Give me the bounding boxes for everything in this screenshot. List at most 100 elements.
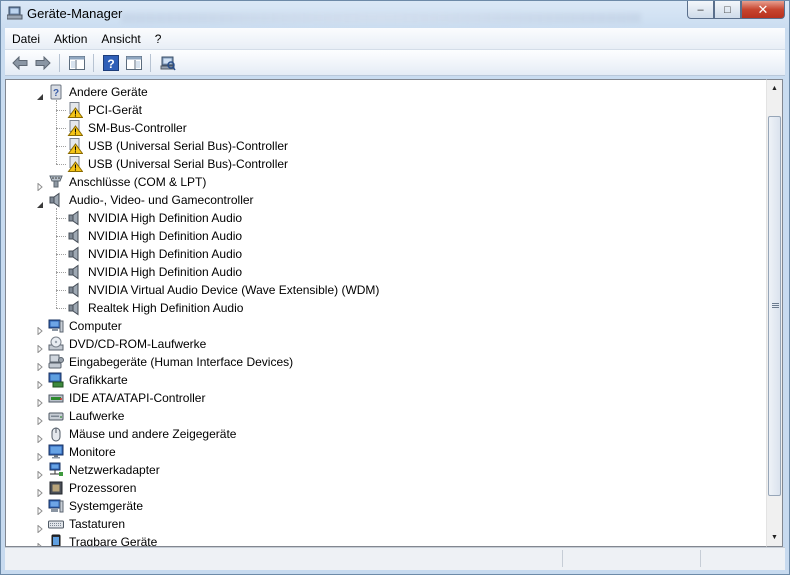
tree-device[interactable]: ! USB (Universal Serial Bus)-Controller	[6, 155, 763, 173]
scroll-up-button[interactable]: ▲	[767, 80, 782, 97]
menu-aktion[interactable]: Aktion	[47, 29, 94, 49]
tree-category[interactable]: Laufwerke	[6, 407, 763, 426]
tree-connector	[56, 164, 66, 166]
speaker-icon	[48, 192, 64, 208]
tree-category[interactable]: Prozessoren	[6, 479, 763, 498]
thumb-grip	[772, 307, 779, 308]
tree-category[interactable]: Mäuse und andere Zeigegeräte	[6, 425, 763, 444]
tree-category[interactable]: Netzwerkadapter	[6, 461, 763, 480]
collapsed-arrow-icon[interactable]	[36, 358, 44, 372]
unknown-device-icon: ?	[48, 84, 64, 100]
tree-item-label: Netzwerkadapter	[69, 463, 160, 477]
tree-category[interactable]: Systemgeräte	[6, 497, 763, 516]
tree-item-label: USB (Universal Serial Bus)-Controller	[88, 139, 289, 153]
maximize-button[interactable]: □	[714, 1, 741, 19]
tree-category[interactable]: Grafikkarte	[6, 371, 763, 390]
tree-device[interactable]: ! PCI-Gerät	[6, 101, 763, 119]
close-icon: ✕	[757, 1, 769, 17]
expanded-arrow-icon[interactable]	[36, 196, 44, 208]
tree-item-label: DVD/CD-ROM-Laufwerke	[69, 337, 207, 351]
tree-category[interactable]: Anschlüsse (COM & LPT)	[6, 173, 763, 192]
device-manager-window: Geräte-Manager – □ ✕ Datei Aktion Ansich…	[0, 0, 790, 575]
tree-device[interactable]: NVIDIA High Definition Audio	[6, 263, 763, 281]
tree-item-label: Mäuse und andere Zeigegeräte	[69, 427, 237, 441]
tree-category[interactable]: Computer	[6, 317, 763, 336]
speaker-icon	[67, 282, 83, 298]
toolbar-separator	[150, 53, 151, 72]
scan-hardware-icon	[160, 56, 176, 70]
tree-device[interactable]: ! USB (Universal Serial Bus)-Controller	[6, 137, 763, 155]
properties-button[interactable]	[123, 53, 145, 73]
tree-category[interactable]: Tastaturen	[6, 515, 763, 534]
tree-category[interactable]: ? Andere Geräte	[6, 83, 763, 101]
tree-category[interactable]: IDE ATA/ATAPI-Controller	[6, 389, 763, 408]
tree-item-label: Anschlüsse (COM & LPT)	[69, 175, 207, 189]
collapsed-arrow-icon[interactable]	[36, 502, 44, 516]
tree-category[interactable]: Tragbare Geräte	[6, 533, 763, 547]
expanded-arrow-icon[interactable]	[36, 88, 44, 100]
title-bar[interactable]: Geräte-Manager – □ ✕	[1, 1, 789, 27]
port-icon	[48, 174, 64, 190]
dvd-drive-icon	[48, 336, 64, 352]
help-button[interactable]: ?	[100, 53, 122, 73]
menu-ansicht[interactable]: Ansicht	[94, 29, 147, 49]
toolbar-separator	[59, 53, 60, 72]
thumb-grip	[772, 305, 779, 306]
portable-device-icon	[48, 534, 64, 546]
scroll-down-arrow-icon: ▼	[771, 534, 778, 541]
collapsed-arrow-icon[interactable]	[36, 376, 44, 390]
collapsed-arrow-icon[interactable]	[36, 520, 44, 534]
tree-item-label: NVIDIA High Definition Audio	[88, 265, 243, 279]
network-adapter-icon	[48, 462, 64, 478]
collapsed-arrow-icon[interactable]	[36, 430, 44, 444]
window-title: Geräte-Manager	[27, 6, 123, 21]
collapsed-arrow-icon[interactable]	[36, 538, 44, 546]
scroll-down-button[interactable]: ▼	[767, 529, 782, 546]
collapsed-arrow-icon[interactable]	[36, 466, 44, 480]
tree-device[interactable]: NVIDIA Virtual Audio Device (Wave Extens…	[6, 281, 763, 299]
close-button[interactable]: ✕	[741, 1, 785, 19]
tree-device[interactable]: NVIDIA High Definition Audio	[6, 209, 763, 227]
collapsed-arrow-icon[interactable]	[36, 448, 44, 462]
display-adapter-icon	[48, 372, 64, 388]
collapsed-arrow-icon[interactable]	[36, 412, 44, 426]
collapsed-arrow-icon[interactable]	[36, 340, 44, 354]
back-icon	[12, 55, 28, 70]
tree-device[interactable]: Realtek High Definition Audio	[6, 299, 763, 317]
device-manager-app-icon	[6, 6, 23, 20]
minimize-button[interactable]: –	[687, 1, 714, 19]
tree-device[interactable]: ! SM-Bus-Controller	[6, 119, 763, 137]
status-bar	[5, 547, 785, 570]
tree-category[interactable]: Monitore	[6, 443, 763, 462]
menu-help[interactable]: ?	[148, 29, 169, 49]
speaker-icon	[67, 246, 83, 262]
scrollbar-thumb[interactable]	[768, 116, 781, 496]
tree-item-label: Tragbare Geräte	[69, 535, 158, 547]
tree-device[interactable]: NVIDIA High Definition Audio	[6, 245, 763, 263]
forward-button[interactable]	[32, 53, 54, 73]
collapsed-arrow-icon[interactable]	[36, 322, 44, 336]
maximize-icon: □	[724, 3, 731, 16]
warning-device-icon: !	[67, 102, 84, 119]
minimize-icon: –	[697, 3, 704, 16]
tree-item-label: NVIDIA High Definition Audio	[88, 211, 243, 225]
device-tree[interactable]: ? Andere Geräte! PCI-Gerät! SM-Bus-Controll…	[5, 79, 766, 547]
tree-device[interactable]: NVIDIA High Definition Audio	[6, 227, 763, 245]
back-button[interactable]	[9, 53, 31, 73]
tree-item-label: Grafikkarte	[69, 373, 128, 387]
tree-category[interactable]: DVD/CD-ROM-Laufwerke	[6, 335, 763, 354]
properties-view-icon	[126, 55, 142, 70]
vertical-scrollbar[interactable]: ▲ ▼	[766, 79, 783, 547]
disk-drive-icon	[48, 408, 64, 424]
tree-item-label: Audio-, Video- und Gamecontroller	[69, 193, 254, 207]
tree-item-label: USB (Universal Serial Bus)-Controller	[88, 157, 289, 171]
collapsed-arrow-icon[interactable]	[36, 178, 44, 192]
tree-category[interactable]: Audio-, Video- und Gamecontroller	[6, 191, 763, 209]
scan-hardware-button[interactable]	[157, 53, 179, 73]
collapsed-arrow-icon[interactable]	[36, 394, 44, 408]
console-tree-button[interactable]	[66, 53, 88, 73]
tree-category[interactable]: Eingabegeräte (Human Interface Devices)	[6, 353, 763, 372]
tree-connector	[56, 100, 58, 164]
collapsed-arrow-icon[interactable]	[36, 484, 44, 498]
menu-datei[interactable]: Datei	[5, 29, 47, 49]
